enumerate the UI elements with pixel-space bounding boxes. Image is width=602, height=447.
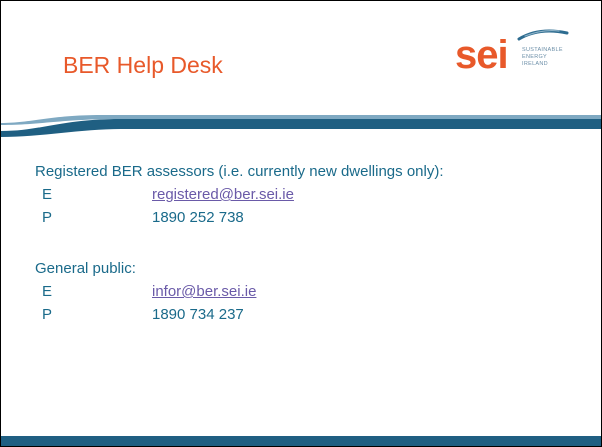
logo-tagline-line: SUSTAINABLE	[522, 47, 563, 53]
logo-tagline-line: ENERGY	[522, 54, 548, 60]
slide: BER Help Desk sei SUSTAINABLE ENERGY IRE…	[0, 0, 602, 447]
assessors-email-link[interactable]: registered@ber.sei.ie	[152, 186, 294, 203]
public-phone: 1890 734 237	[152, 306, 244, 323]
public-email-link[interactable]: infor@ber.sei.ie	[152, 283, 256, 300]
logo-tagline-line: IRELAND	[522, 61, 548, 67]
section-heading-public: General public:	[35, 260, 136, 277]
footer-band	[1, 436, 601, 446]
section-heading-assessors: Registered BER assessors (i.e. currently…	[35, 163, 444, 180]
contact-key: P	[42, 209, 53, 226]
header-divider-band	[1, 115, 601, 137]
contact-key: E	[42, 283, 53, 300]
logo-tagline: SUSTAINABLE ENERGY IRELAND	[522, 47, 563, 68]
sei-logo: sei SUSTAINABLE ENERGY IRELAND	[455, 25, 585, 85]
contact-key: P	[42, 306, 53, 323]
logo-wordmark: sei	[455, 33, 509, 77]
assessors-phone: 1890 252 738	[152, 209, 244, 226]
contact-key: E	[42, 186, 53, 203]
slide-title: BER Help Desk	[63, 52, 223, 78]
